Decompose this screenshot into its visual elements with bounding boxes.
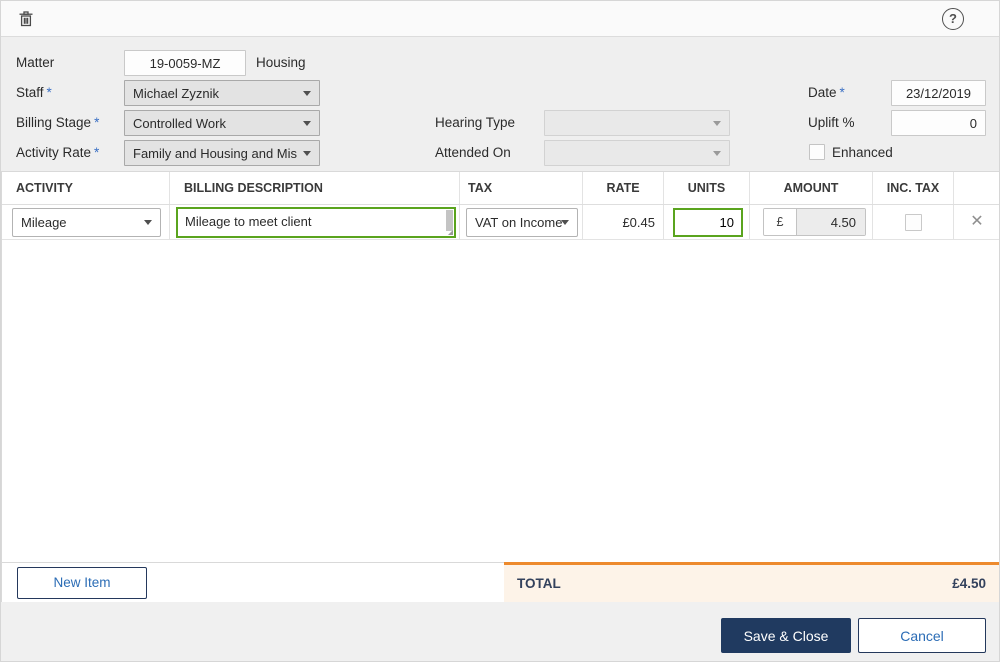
dialog-footer: Save & Close Cancel	[1, 602, 999, 661]
billing-stage-label: Billing Stage *	[16, 115, 100, 130]
chevron-down-icon	[303, 151, 311, 156]
staff-dropdown[interactable]: Michael Zyznik	[124, 80, 320, 106]
activity-rate-dropdown[interactable]: Family and Housing and Misc	[124, 140, 320, 166]
units-input[interactable]	[673, 207, 743, 237]
cancel-button[interactable]: Cancel	[858, 618, 986, 653]
column-header-tax: TAX	[460, 172, 583, 204]
matter-description-text: Housing	[256, 55, 306, 70]
amount-field: £ 4.50	[763, 208, 866, 236]
activity-dropdown[interactable]: Mileage	[12, 207, 161, 237]
required-asterisk: *	[94, 115, 100, 130]
uplift-label: Uplift %	[808, 115, 855, 130]
uplift-input[interactable]	[891, 110, 986, 136]
required-asterisk: *	[839, 85, 845, 100]
table-footer-row: New Item TOTAL £4.50	[2, 562, 999, 602]
date-label: Date *	[808, 85, 845, 100]
chevron-down-icon	[561, 220, 569, 225]
date-input[interactable]	[891, 80, 986, 106]
hearing-type-dropdown[interactable]	[544, 110, 730, 136]
chevron-down-icon	[303, 91, 311, 96]
rate-value: £0.45	[622, 214, 655, 230]
activity-rate-label: Activity Rate *	[16, 145, 100, 160]
billing-description-textarea[interactable]: Mileage to meet client	[176, 206, 456, 238]
table-row: Mileage Mileage to meet client VAT on In…	[2, 205, 999, 240]
attended-on-dropdown[interactable]	[544, 140, 730, 166]
trash-icon	[16, 11, 36, 32]
billing-stage-dropdown[interactable]: Controlled Work	[124, 110, 320, 136]
enhanced-label: Enhanced	[832, 145, 893, 160]
table-empty-area	[2, 240, 999, 562]
column-header-actions	[954, 172, 999, 204]
required-asterisk: *	[94, 145, 100, 160]
hearing-type-label: Hearing Type	[435, 115, 516, 130]
total-bar: TOTAL £4.50	[504, 562, 999, 602]
staff-label: Staff *	[16, 85, 52, 100]
delete-entry-button[interactable]	[15, 9, 37, 31]
column-header-billing-description: BILLING DESCRIPTION	[170, 172, 460, 204]
total-value: £4.50	[952, 576, 986, 591]
total-label: TOTAL	[517, 576, 561, 591]
column-header-activity: ACTIVITY	[2, 172, 170, 204]
inc-tax-checkbox[interactable]	[904, 213, 922, 231]
table-header-row: ACTIVITY BILLING DESCRIPTION TAX RATE UN…	[2, 172, 999, 205]
currency-symbol: £	[764, 209, 797, 235]
billing-items-table: ACTIVITY BILLING DESCRIPTION TAX RATE UN…	[1, 171, 999, 602]
new-item-button[interactable]: New Item	[17, 566, 147, 599]
billing-entry-dialog: ? Matter Housing Staff* Michael Zyznik D…	[0, 0, 1000, 662]
matter-label: Matter	[16, 55, 55, 70]
save-close-button[interactable]: Save & Close	[721, 618, 851, 653]
help-button[interactable]: ?	[942, 8, 964, 30]
column-header-rate: RATE	[583, 172, 664, 204]
delete-row-icon[interactable]: ✕	[970, 214, 983, 230]
amount-value: 4.50	[797, 209, 865, 235]
required-asterisk: *	[46, 85, 52, 100]
matter-input[interactable]	[124, 50, 246, 76]
enhanced-checkbox[interactable]	[809, 144, 825, 160]
column-header-amount: AMOUNT	[750, 172, 873, 204]
chevron-down-icon	[713, 121, 721, 126]
column-header-units: UNITS	[664, 172, 750, 204]
chevron-down-icon	[144, 220, 152, 225]
resize-handle-icon[interactable]	[448, 229, 453, 235]
tax-dropdown[interactable]: VAT on Income	[466, 207, 578, 237]
question-mark-icon: ?	[949, 11, 957, 26]
attended-on-label: Attended On	[435, 145, 511, 160]
chevron-down-icon	[713, 151, 721, 156]
chevron-down-icon	[303, 121, 311, 126]
dialog-toolbar: ?	[1, 1, 999, 37]
scrollbar-thumb[interactable]	[446, 209, 453, 231]
column-header-inc-tax: INC. TAX	[873, 172, 954, 204]
entry-form: Matter Housing Staff* Michael Zyznik Dat…	[1, 38, 999, 171]
